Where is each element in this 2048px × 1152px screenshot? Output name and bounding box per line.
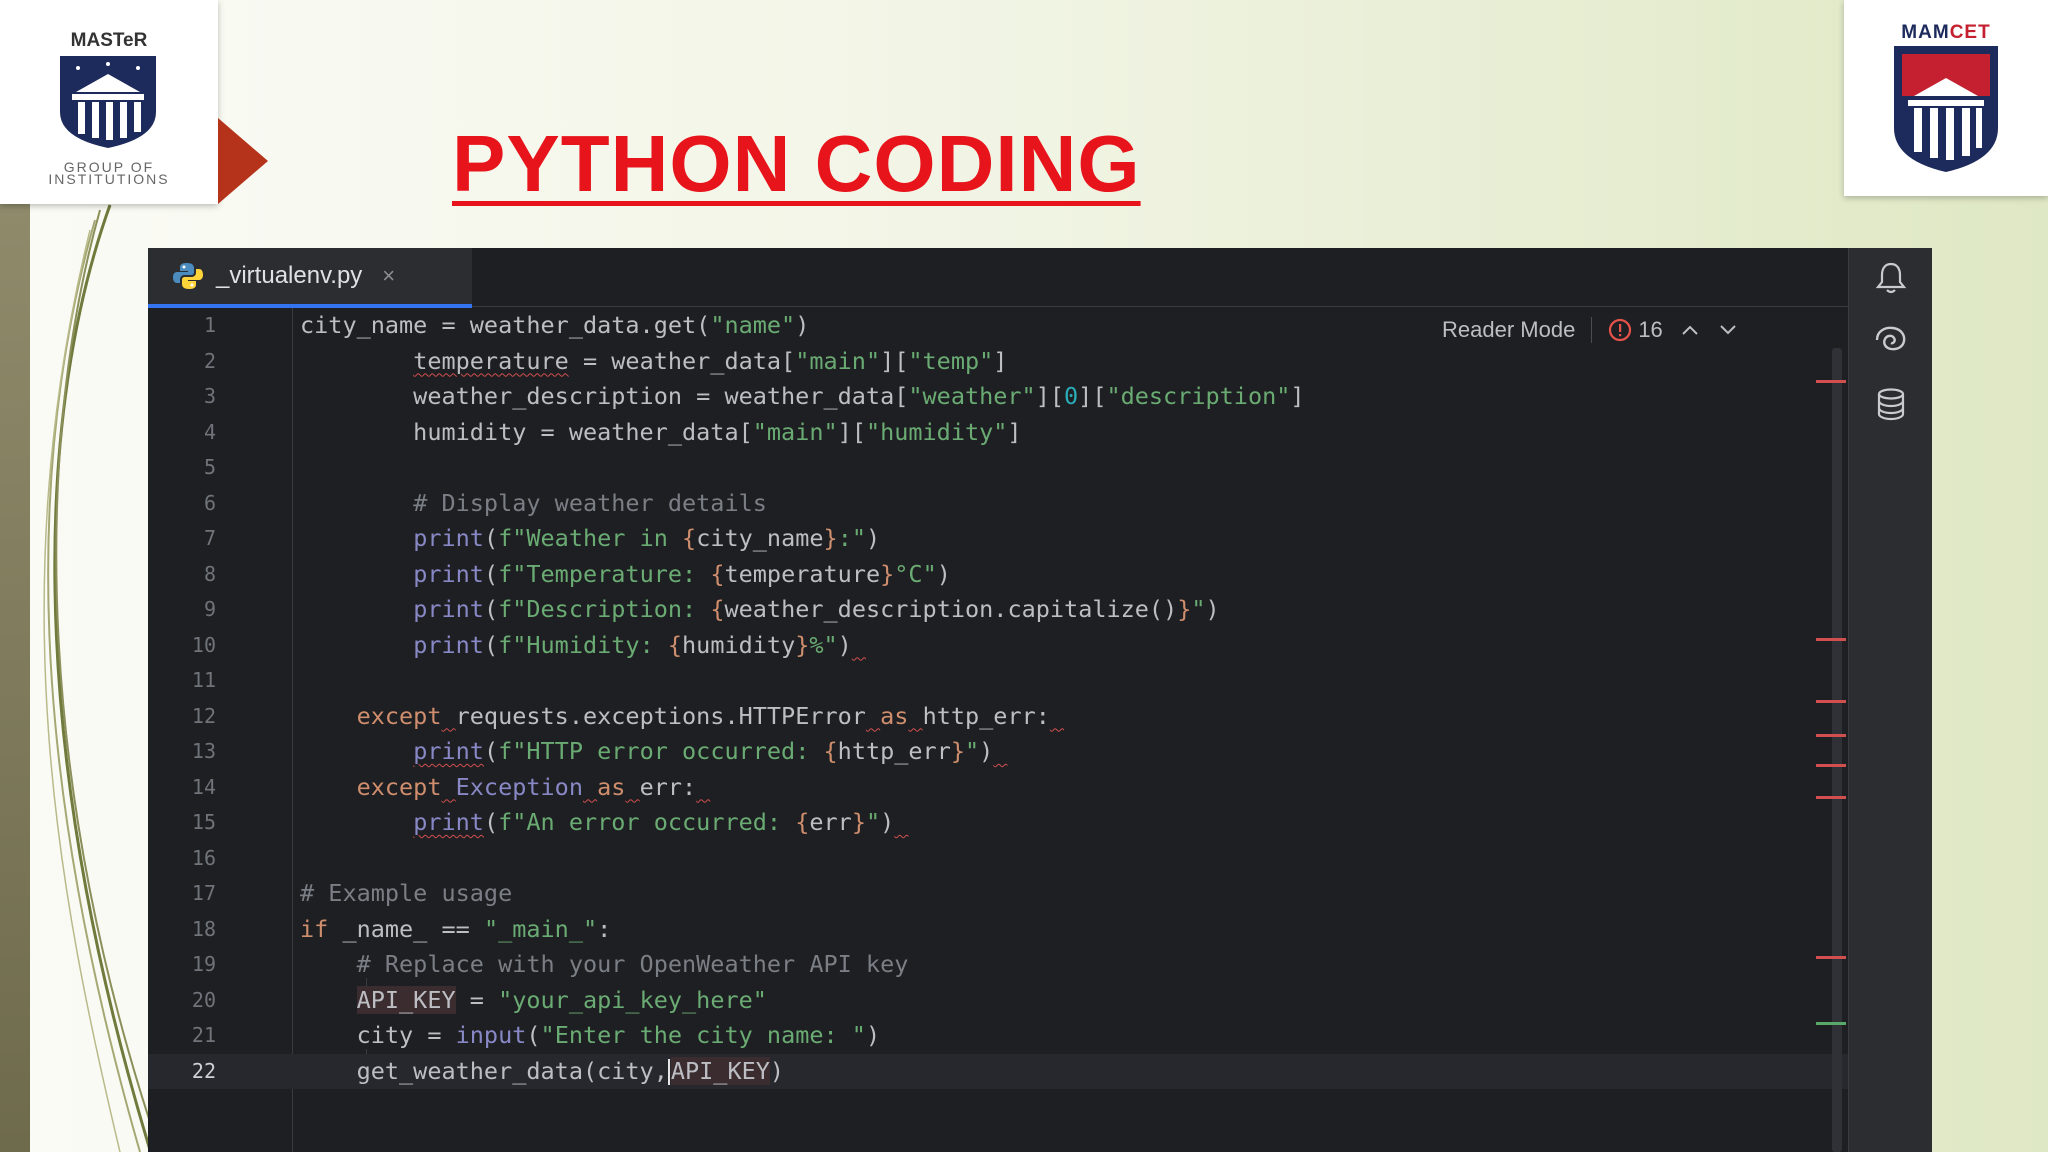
decorative-curves [43,204,161,1152]
line-number: 6 [203,490,216,515]
code-text: # Replace with your OpenWeather API key [356,950,909,978]
master-logo-name: MASTeR [70,30,148,51]
mamcet-logo-name: MAMCET [1901,22,1991,43]
error-stripe[interactable] [1816,700,1846,703]
code-line: 12 except requests.exceptions.HTTPError … [148,699,1848,735]
database-icon[interactable] [1873,386,1909,422]
code-lines[interactable]: 1 city_name = weather_data.get("name") 2 … [148,308,1848,1089]
error-stripe[interactable] [1816,638,1846,641]
code-line: 19 # Replace with your OpenWeather API k… [148,947,1848,983]
code-text: print(f"Humidity: {humidity}%") [413,630,852,659]
code-text: print(f"Temperature: {temperature}°C") [413,559,951,588]
line-number: 14 [191,774,216,799]
code-text: except requests.exceptions.HTTPError as … [356,701,1050,730]
line-number: 1 [203,313,216,337]
code-line-current: 22 get_weather_data(city, API_KEY) [148,1053,1848,1089]
code-editor: _virtualenv.py × Reader Mode 16 1 city_na… [148,248,1932,1152]
error-stripe[interactable] [1816,956,1846,959]
editor-scrollbar[interactable] [1832,348,1842,1152]
code-text: except Exception as err: [356,772,697,801]
change-stripe[interactable] [1816,1022,1846,1025]
bell-icon[interactable] [1873,260,1909,296]
code-text: print(f"Description: {weather_descriptio… [413,595,1220,623]
line-number: 22 [191,1058,216,1083]
line-number: 8 [203,561,216,586]
code-line: 14 except Exception as err: [148,770,1848,806]
code-text: if _name_ == "_main_": [300,914,612,943]
tab-close-icon[interactable]: × [382,263,395,289]
arrow-pointer-icon [218,118,268,204]
line-number: 18 [191,916,216,941]
code-line: 11 [148,663,1848,699]
tab-filename: _virtualenv.py [216,262,363,289]
line-number: 16 [191,845,216,870]
code-text: temperature = weather_data["main"]["temp… [413,346,1008,375]
line-number: 3 [203,384,216,408]
code-line: 16 [148,841,1848,877]
code-line: 20 API_KEY = "your_api_key_here" [148,983,1848,1019]
code-text: city = input("Enter the city name: ") [300,1021,881,1049]
ai-swirl-icon[interactable] [1873,322,1909,358]
error-stripe[interactable] [1816,764,1846,767]
tab-virtualenv[interactable]: _virtualenv.py × [148,248,472,308]
line-number: 15 [191,810,216,834]
code-line: 9 print(f"Description: {weather_descript… [148,592,1848,628]
code-line: 18 if _name_ == "_main_": [148,912,1848,948]
code-line: 6 # Display weather details [148,486,1848,522]
python-file-icon [173,263,203,289]
code-text: # Display weather details [413,488,767,517]
code-line: 13 print(f"HTTP error occurred: {http_er… [148,734,1848,770]
error-stripe[interactable] [1816,734,1846,737]
code-text: print(f"Weather in {city_name}:") [413,524,881,552]
line-number: 20 [191,987,216,1012]
code-line: 3 weather_description = weather_data["we… [148,379,1848,415]
line-number: 5 [203,455,216,479]
right-tool-window-bar [1848,248,1932,1152]
master-logo: MASTeR GROUP OF INSTITUTIONS [0,0,218,204]
code-line: 2 temperature = weather_data["main"]["te… [148,344,1848,380]
line-number: 17 [191,881,216,905]
code-line: 4 humidity = weather_data["main"]["humid… [148,415,1848,451]
line-number: 12 [191,703,216,728]
line-number: 11 [191,668,216,692]
code-text: humidity = weather_data["main"]["humidit… [300,417,1022,446]
text-caret [667,1059,670,1085]
code-line: 17 # Example usage [148,876,1848,912]
mamcet-shield-icon [1894,46,1998,172]
line-number: 21 [191,1023,216,1047]
error-stripe[interactable] [1816,380,1846,383]
code-text: city_name = weather_data.get("name") [300,311,810,339]
error-stripe[interactable] [1816,796,1846,799]
line-number: 13 [191,739,216,763]
code-text: print(f"HTTP error occurred: {http_err}"… [413,737,994,765]
code-line: 10 print(f"Humidity: {humidity}%") [148,628,1848,664]
mamcet-logo: MAMCET [1844,0,2048,196]
line-number: 9 [203,597,216,621]
code-line: 1 city_name = weather_data.get("name") [148,308,1848,344]
line-number: 7 [203,526,216,550]
code-text: weather_description = weather_data["weat… [300,382,1305,410]
editor-tab-bar: _virtualenv.py × [148,248,1848,308]
code-text: # Example usage [300,879,513,907]
code-line: 15 print(f"An error occurred: {err}") [148,805,1848,841]
line-number: 4 [203,419,216,444]
code-line: 21 city = input("Enter the city name: ") [148,1018,1848,1054]
line-number: 2 [203,348,216,373]
line-number: 19 [191,952,216,976]
code-line: 7 print(f"Weather in {city_name}:") [148,521,1848,557]
master-logo-sub2: INSTITUTIONS [48,171,170,187]
slide-title: PYTHON CODING [452,119,1141,208]
master-shield-icon [60,56,156,148]
code-text: get_weather_data(city, API_KEY) [300,1056,785,1085]
line-number: 10 [191,632,216,657]
code-text: print(f"An error occurred: {err}") [413,808,895,836]
code-text: API_KEY = "your_api_key_here" [356,985,767,1014]
code-line: 5 [148,450,1848,486]
code-line: 8 print(f"Temperature: {temperature}°C") [148,557,1848,593]
